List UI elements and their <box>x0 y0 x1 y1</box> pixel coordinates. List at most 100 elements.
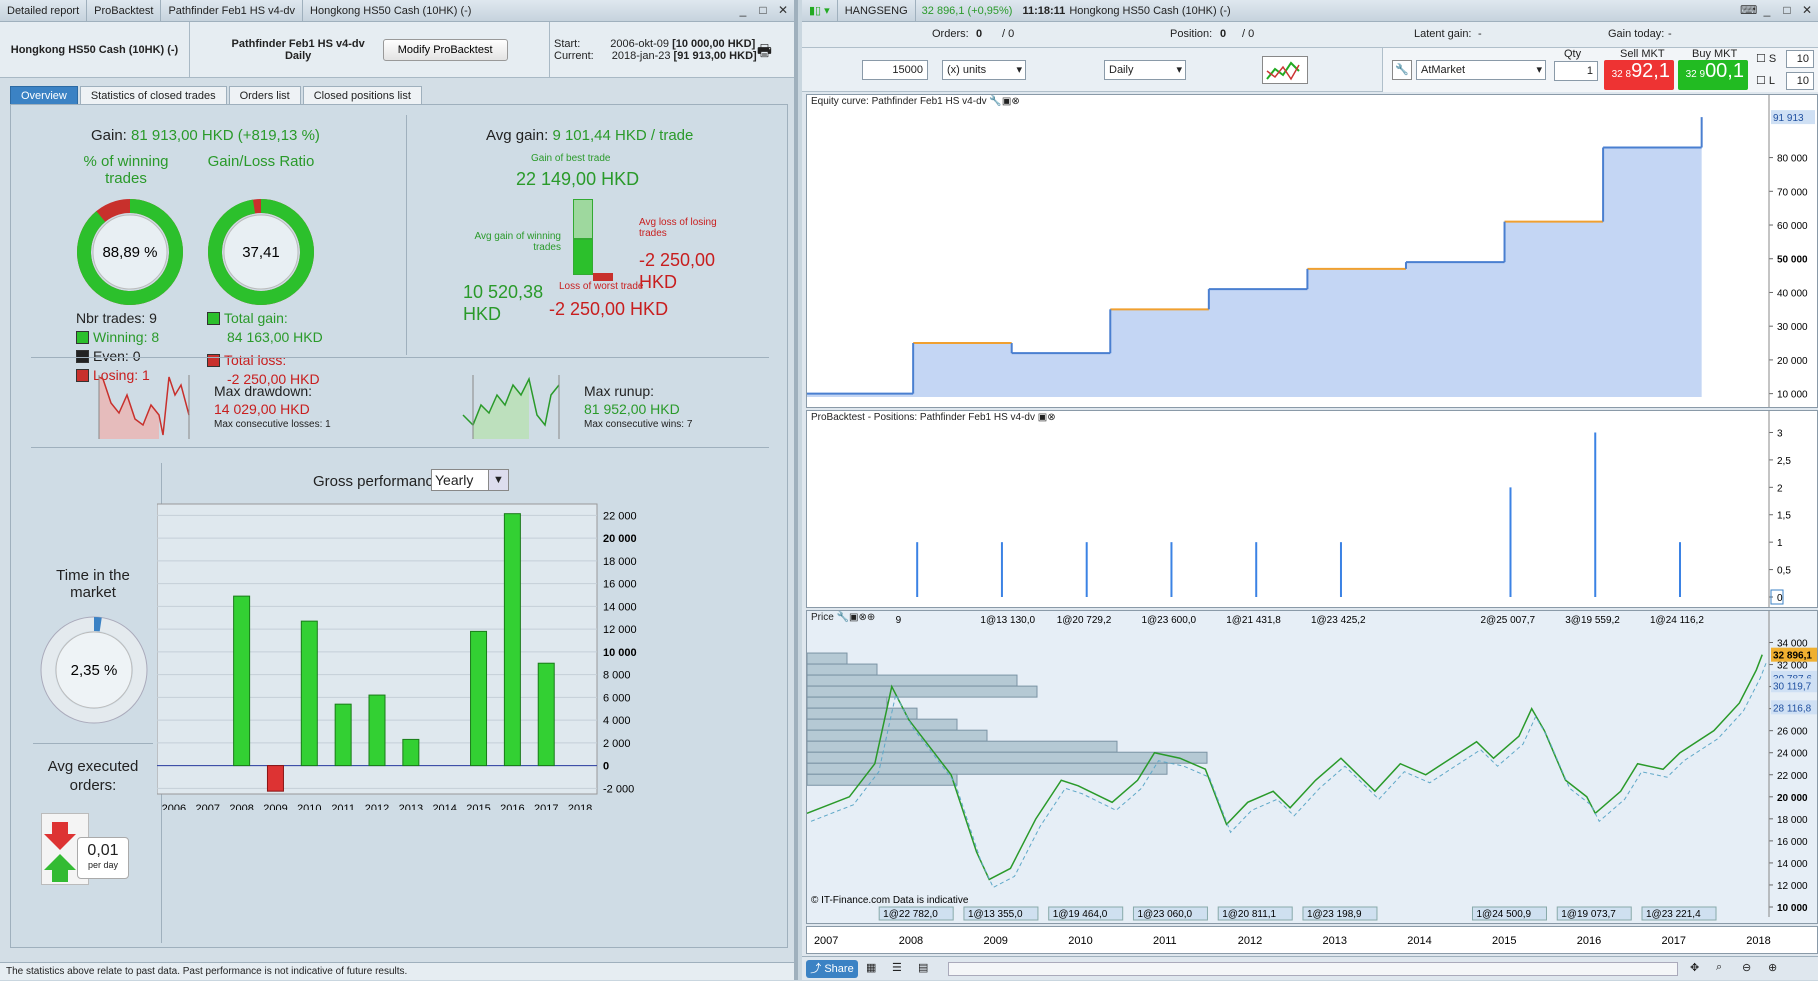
buy-market-button[interactable]: 32 900,1 <box>1678 60 1748 90</box>
tab-closed-positions[interactable]: Closed positions list <box>302 86 422 106</box>
y-tick-label: 10 000 <box>1777 903 1808 914</box>
y-tick-label: 0,5 <box>1777 566 1791 577</box>
units-select[interactable]: (x) units <box>942 60 1026 80</box>
consec-wins: Max consecutive wins: 7 <box>584 419 693 430</box>
print-icon[interactable]: 🖶 <box>757 40 772 67</box>
timeframe: Daily <box>284 50 312 62</box>
exit-tag: 1@20 729,2 <box>1057 615 1112 626</box>
minimize-icon[interactable]: _ <box>1760 3 1774 17</box>
keyboard-icon[interactable]: ⌨ <box>1740 3 1757 17</box>
maximize-icon[interactable]: □ <box>1780 3 1794 17</box>
bar-2013 <box>402 738 420 767</box>
wrench-icon[interactable]: 🔧 <box>1392 60 1412 80</box>
stop-input[interactable]: 10 <box>1786 50 1814 68</box>
maximize-icon[interactable]: □ <box>756 3 770 17</box>
time-axis: 2007 2008 2009 2010 2011 2012 2013 2014 2015 2016… <box>806 926 1818 954</box>
order-type-select[interactable]: AtMarket <box>1416 60 1546 80</box>
avg-win-bar <box>573 239 593 275</box>
volume-profile-bar <box>806 729 988 742</box>
y-tick-label: 70 000 <box>1777 187 1808 198</box>
avg-gain-line: Avg gain: 9 101,44 HKD / trade <box>486 127 693 144</box>
calendar-icon[interactable]: ▤ <box>918 961 928 974</box>
overview-panel: Gain: 81 913,00 HKD (+819,13 %) % of win… <box>10 104 788 948</box>
chart-settings-icon[interactable]: ▦ <box>866 961 876 974</box>
x-tick-label: 2009 <box>983 935 1007 947</box>
y-tick-label: 18 000 <box>603 556 637 568</box>
entry-tag: 1@23 198,9 <box>1307 909 1362 920</box>
bar-2012 <box>368 694 386 767</box>
tab-overview[interactable]: Overview <box>10 86 78 106</box>
y-tick-label: 2 <box>1777 483 1783 494</box>
x-tick-label: 2015 <box>466 803 490 810</box>
modify-probacktest-button[interactable]: Modify ProBacktest <box>382 39 508 61</box>
bar-2008 <box>233 595 251 767</box>
gain-label: Gain: <box>91 127 127 144</box>
share-button[interactable]: ⤴ Share <box>806 960 858 978</box>
entry-tag: 1@19 464,0 <box>1053 909 1108 920</box>
horizontal-scrollbar[interactable] <box>948 962 1678 976</box>
volume-profile-bar <box>806 762 1168 775</box>
window-icon[interactable]: ▣ <box>1002 96 1011 107</box>
orders-label: Orders: <box>932 28 969 40</box>
bar-2017 <box>537 662 555 767</box>
y-tick-label: 30 000 <box>1777 322 1808 333</box>
cursor-icon[interactable]: ✥ <box>1690 961 1699 974</box>
exit-tag: 1@13 130,0 <box>980 615 1035 626</box>
indicator-icon[interactable] <box>1262 56 1308 84</box>
gain-line: Gain: 81 913,00 HKD (+819,13 %) <box>91 127 320 144</box>
x-tick-label: 2011 <box>1153 935 1177 947</box>
stop-checkbox[interactable]: ☐ S <box>1756 52 1776 65</box>
current-label: Current: <box>554 50 594 62</box>
close-icon[interactable]: ⊗ <box>1011 96 1019 107</box>
close-icon[interactable]: ⊗ <box>1047 412 1055 423</box>
y-tick-label: 20 000 <box>1777 793 1808 804</box>
y-tick-label: 12 000 <box>603 624 637 636</box>
period-select[interactable]: Daily <box>1104 60 1186 80</box>
qty-input[interactable]: 1 <box>1554 61 1598 81</box>
list-icon[interactable]: ☰ <box>892 961 902 974</box>
wrench-icon[interactable]: 🔧 <box>837 612 849 623</box>
limit-input[interactable]: 10 <box>1786 72 1814 90</box>
exit-tag: 9 <box>896 615 902 626</box>
limit-checkbox[interactable]: ☐ L <box>1756 74 1775 87</box>
y-tick-label: 20 000 <box>1777 356 1808 367</box>
close-icon[interactable]: ✕ <box>776 3 790 17</box>
entry-tag: 1@23 060,0 <box>1137 909 1192 920</box>
winning-pct-label: % of winning trades <box>83 153 169 187</box>
gross-period-select[interactable]: Yearly ▼ <box>431 469 509 491</box>
entry-tag: 1@23 221,4 <box>1646 909 1701 920</box>
total-loss-label: Total loss: <box>224 352 287 368</box>
close-icon[interactable]: ✕ <box>1800 3 1814 17</box>
y-tick-label: 10 000 <box>603 647 637 659</box>
x-tick-label: 2010 <box>297 803 321 810</box>
x-tick-label: 2018 <box>1746 935 1770 947</box>
chevron-down-icon[interactable]: ▼ <box>488 470 508 490</box>
y-tick-label: 8 000 <box>603 670 631 682</box>
wrench-icon[interactable]: 🔧 <box>989 96 1001 107</box>
zoom-fit-icon[interactable]: ⌕ <box>1716 961 1722 974</box>
equity-chart: 80 000 70 000 60 000 50 000 40 000 30 000 20 0… <box>807 95 1815 407</box>
units-input[interactable]: 15000 <box>862 60 928 80</box>
add-icon[interactable]: ⊕ <box>867 612 875 623</box>
close-icon[interactable]: ⊗ <box>858 612 866 623</box>
winning-pct-value: 88,89 % <box>102 244 157 261</box>
x-tick-label: 2016 <box>1577 935 1601 947</box>
chart-type-icon[interactable]: ▮▯ ▾ <box>802 0 838 21</box>
winning-swatch <box>76 331 89 344</box>
sell-market-button[interactable]: 32 892,1 <box>1604 60 1674 90</box>
zoom-in-icon[interactable]: ⊕ <box>1768 961 1777 974</box>
zoom-out-icon[interactable]: ⊖ <box>1742 961 1751 974</box>
symbol[interactable]: HANGSENG <box>838 0 916 21</box>
bar-2010 <box>300 620 318 767</box>
tab-statistics[interactable]: Statistics of closed trades <box>79 86 227 106</box>
orders-value-2: / 0 <box>1002 28 1015 40</box>
tab-orders-list[interactable]: Orders list <box>228 86 301 106</box>
minimize-icon[interactable]: _ <box>736 3 750 17</box>
bottom-toolbar: ⤴ Share ▦ ☰ ▤ ✥ ⌕ ⊖ ⊕ <box>802 956 1818 980</box>
clock: 11:18:11 <box>1022 4 1066 17</box>
loss-bar <box>593 273 613 281</box>
y-tick-label: 60 000 <box>1777 221 1808 232</box>
time-in-market-label: Time in the market <box>56 567 130 601</box>
y-tick-label: 22 000 <box>1777 771 1808 782</box>
window-icon[interactable]: ▣ <box>1038 412 1047 423</box>
